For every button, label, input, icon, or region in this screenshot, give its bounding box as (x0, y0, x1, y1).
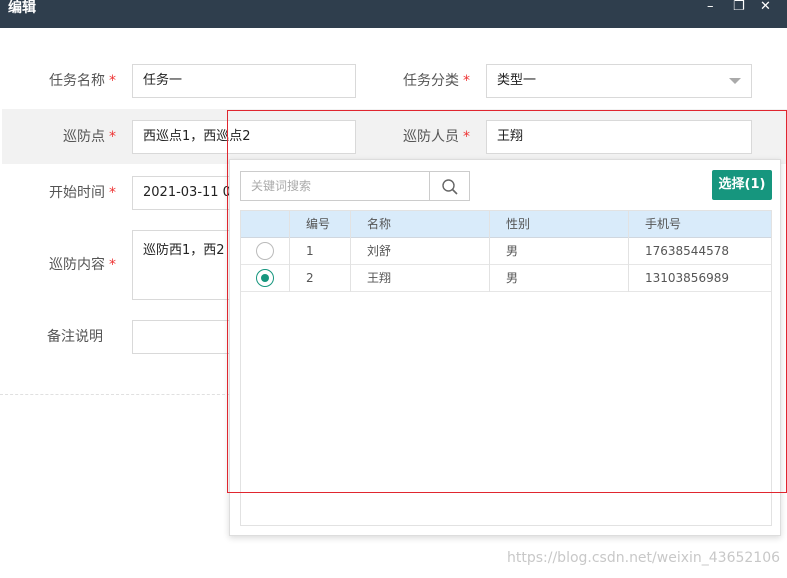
patrol-staff-input[interactable]: 王翔 (486, 120, 752, 154)
patrol-staff-label: 巡防人员 * (403, 129, 470, 145)
task-category-select[interactable]: 类型一 (486, 64, 752, 98)
patrol-points-label: 巡防点 * (63, 129, 116, 145)
patrol-content-label: 巡防内容 * (49, 257, 116, 273)
row-phone: 13103856989 (645, 271, 729, 285)
select-confirm-button[interactable]: 选择(1) (712, 170, 772, 200)
required-mark: * (109, 185, 116, 201)
task-category-value: 类型一 (497, 73, 537, 88)
row-id: 2 (290, 265, 351, 292)
watermark: https://blog.csdn.net/weixin_43652106 (507, 550, 781, 566)
keyword-search-input[interactable]: 关键词搜索 (240, 171, 430, 201)
required-mark: * (109, 257, 116, 273)
required-mark: * (463, 129, 470, 145)
header-radio-col (241, 211, 290, 238)
required-mark: * (109, 129, 116, 145)
table-header: 编号 名称 性别 手机号 (241, 211, 771, 238)
row-radio[interactable] (256, 242, 274, 260)
task-name-input[interactable]: 任务一 (132, 64, 356, 98)
start-time-label: 开始时间 * (49, 185, 116, 201)
header-name: 名称 (351, 211, 490, 238)
header-gender: 性别 (490, 211, 629, 238)
remarks-label: 备注说明 (47, 329, 103, 345)
row-gender: 男 (490, 238, 629, 265)
staff-picker-panel: 关键词搜索 选择(1) 编号 名称 性别 手机号 1 刘舒 男 17638544… (229, 159, 781, 536)
search-icon (442, 179, 458, 195)
staff-table: 编号 名称 性别 手机号 1 刘舒 男 17638544578 2 王翔 男 1… (240, 210, 772, 526)
header-phone: 手机号 (645, 217, 682, 231)
table-row[interactable]: 1 刘舒 男 17638544578 (241, 238, 771, 265)
row-gender: 男 (490, 265, 629, 292)
row-radio[interactable] (256, 269, 274, 287)
row-name: 王翔 (351, 265, 490, 292)
minimize-icon[interactable]: – (707, 0, 714, 14)
patrol-points-input[interactable]: 西巡点1，西巡点2 (132, 120, 356, 154)
row-phone: 17638544578 (645, 244, 729, 258)
row-name: 刘舒 (351, 238, 490, 265)
required-mark: * (109, 73, 116, 89)
form-divider (0, 394, 230, 395)
row-id: 1 (290, 238, 351, 265)
chevron-down-icon (729, 78, 741, 84)
row-select-cell (241, 238, 290, 265)
window-title: 编辑 (8, 0, 36, 16)
task-name-label: 任务名称 * (49, 73, 116, 89)
window-titlebar: 编辑 – ❐ ✕ (0, 0, 787, 28)
required-mark: * (463, 73, 470, 89)
header-id: 编号 (290, 211, 351, 238)
search-button[interactable] (429, 171, 470, 201)
task-category-label: 任务分类 * (403, 73, 470, 89)
row-select-cell (241, 265, 290, 292)
maximize-icon[interactable]: ❐ (733, 0, 745, 14)
table-row[interactable]: 2 王翔 男 13103856989 (241, 265, 771, 292)
close-icon[interactable]: ✕ (760, 0, 771, 14)
